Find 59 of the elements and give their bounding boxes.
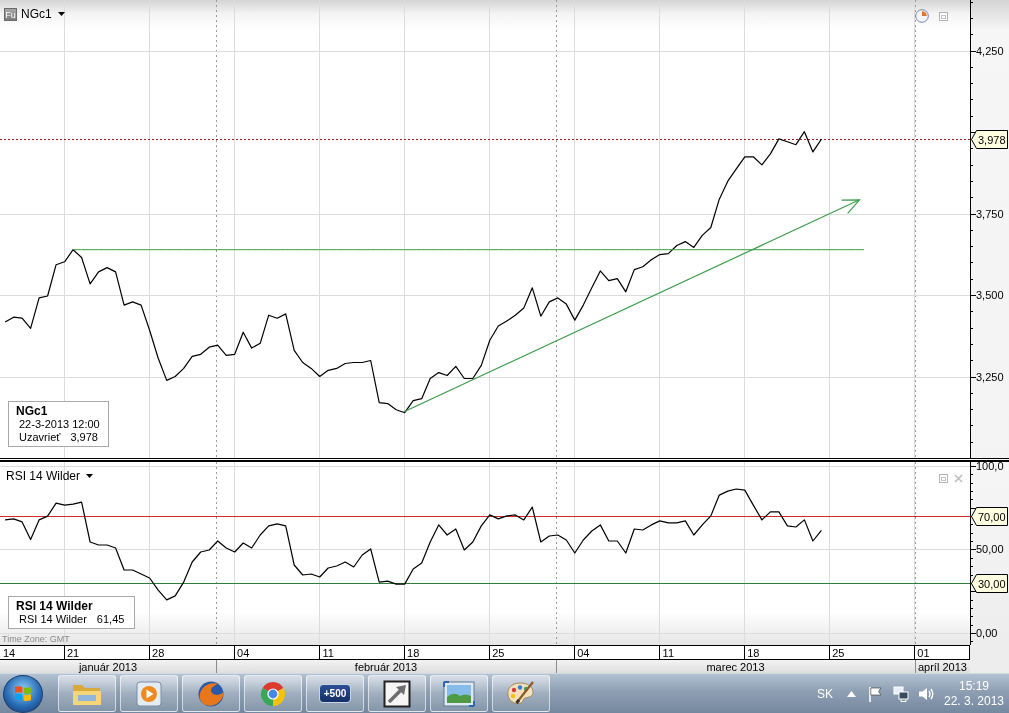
- date-label: 18: [747, 647, 760, 659]
- level-tag: 30,00: [971, 574, 1008, 593]
- segmented-circle-icon: [259, 679, 287, 708]
- time-zone-label: Time Zone: GMT: [2, 634, 70, 644]
- legend-value: 61,45: [96, 613, 125, 626]
- axis-label: 0,00: [976, 627, 998, 639]
- axis-label: 4,250: [976, 44, 1004, 57]
- axis-label: 50,00: [976, 543, 1004, 556]
- ref-line-label: 70,00: [978, 510, 1006, 523]
- clock-pie-icon[interactable]: [915, 9, 929, 23]
- legend-title: NGc1: [16, 405, 49, 418]
- app-logo: +500: [318, 684, 352, 703]
- month-label: január 2013: [78, 661, 138, 673]
- date-label: 01: [917, 647, 930, 659]
- month-label: február 2013: [354, 661, 418, 673]
- caret-icon: [86, 474, 94, 478]
- caret-up-icon[interactable]: [847, 690, 856, 697]
- date-label: 04: [237, 647, 250, 659]
- date-label: 18: [407, 647, 420, 659]
- date-label: 21: [67, 647, 80, 659]
- axis-label: 100,0: [976, 460, 1004, 472]
- month-label: apríl 2013: [918, 661, 967, 673]
- legend-title: RSI 14 Wilder: [16, 600, 94, 613]
- indicator-dropdown[interactable]: RSI 14 Wilder: [6, 469, 94, 483]
- legend-label: Uzavrieť: [19, 431, 61, 444]
- date-label: 11: [322, 647, 334, 659]
- ref-line-label: 3,978: [978, 133, 1006, 146]
- taskbar-button[interactable]: [368, 675, 426, 712]
- axis-label: 3,750: [976, 207, 1004, 220]
- date-label: 25: [492, 647, 505, 659]
- landscape-picture-icon: [443, 680, 475, 707]
- axis-label: 3,250: [976, 370, 1004, 383]
- taskbar-button[interactable]: +500: [306, 675, 364, 712]
- ref-line-label: 30,00: [978, 577, 1006, 590]
- date-label: 28: [152, 647, 165, 659]
- symbol-dropdown[interactable]: NGc1: [21, 7, 65, 21]
- level-tag: 70,00: [971, 507, 1008, 526]
- network-icon[interactable]: [893, 685, 909, 702]
- flag-icon[interactable]: [868, 685, 882, 702]
- play-icon: [136, 680, 162, 707]
- date-label: 25: [832, 647, 845, 659]
- month-label: marec 2013: [706, 661, 765, 673]
- four-pane-logo-icon: [14, 685, 32, 702]
- axis-label: 3,500: [976, 289, 1004, 301]
- start-button[interactable]: [3, 674, 43, 713]
- legend-value: 3,978: [70, 431, 98, 444]
- caret-icon: [57, 12, 65, 16]
- legend-date: 22-3-2013 12:00: [18, 418, 100, 431]
- legend-label: RSI 14 Wilder: [19, 613, 87, 626]
- price-tag: 3,978: [971, 130, 1008, 149]
- date-label: 11: [662, 647, 675, 659]
- restore-icon[interactable]: [939, 11, 948, 21]
- date-label: 04: [577, 647, 590, 659]
- restore-icon[interactable]: [939, 474, 948, 483]
- symbol-type-badge: Fu: [4, 7, 17, 21]
- close-icon[interactable]: [954, 474, 963, 483]
- globe-icon: [197, 679, 225, 708]
- date-label: 14: [2, 647, 16, 659]
- speaker-icon[interactable]: [918, 685, 935, 702]
